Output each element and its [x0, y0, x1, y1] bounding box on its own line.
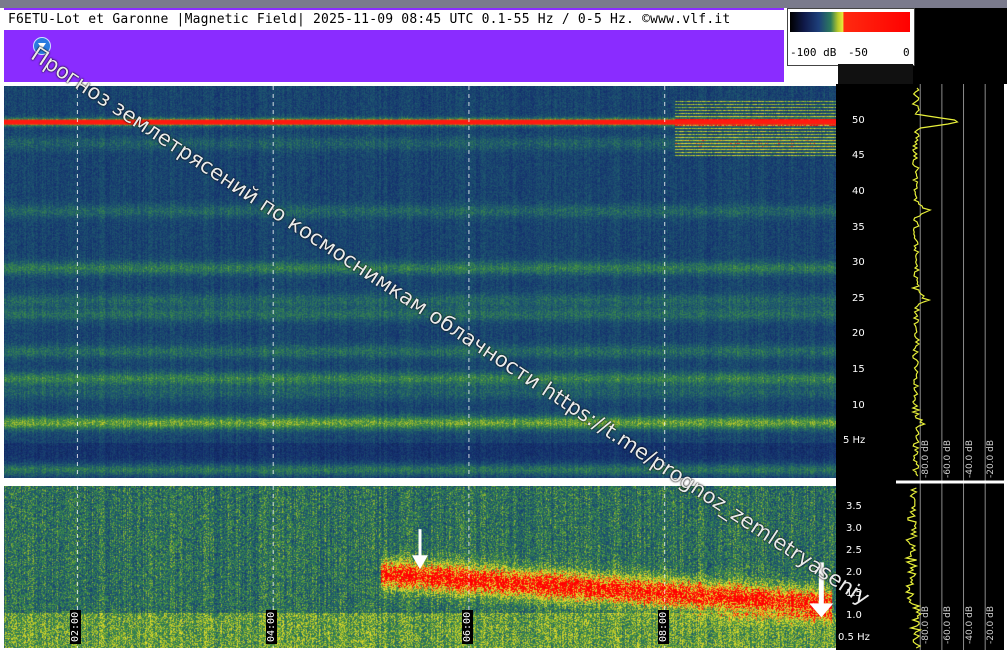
freq-tick-label-low: 2.0	[846, 566, 862, 578]
freq-tick-label-low: 1.5	[846, 588, 862, 600]
freq-tick-label-low: 3.0	[846, 522, 862, 534]
frequency-axis	[836, 84, 896, 650]
colorbar-label-min: -100 dB	[790, 46, 837, 59]
db-tick-label-low: -20.0 dB	[986, 605, 997, 644]
axis-header-strip	[838, 64, 913, 84]
db-tick-label: -80.0 dB	[921, 439, 932, 478]
freq-tick-label: 30	[852, 257, 865, 269]
freq-tick-label: 15	[852, 364, 865, 376]
corner-panel	[913, 8, 1007, 84]
time-tick-label: 02:00	[70, 609, 82, 644]
freq-tick-label: 50	[852, 114, 865, 126]
amplitude-profile	[896, 84, 1004, 650]
profile-trace-upper	[910, 87, 959, 477]
time-tick-label: 08:00	[657, 609, 669, 644]
time-grid-overlay	[76, 86, 834, 648]
time-tick-label: 04:00	[266, 609, 278, 644]
freq-tick-label-low: 1.0	[846, 610, 862, 622]
db-tick-label: -60.0 dB	[942, 439, 953, 478]
colorbar-gradient	[790, 12, 910, 32]
freq-tick-label: 20	[852, 328, 865, 340]
freq-tick-label: 35	[852, 221, 865, 233]
freq-tick-label: 40	[852, 185, 865, 197]
db-tick-label-low: -60.0 dB	[942, 605, 953, 644]
freq-tick-label: 25	[852, 292, 865, 304]
freq-tick-label: 10	[852, 399, 865, 411]
db-tick-label-low: -40.0 dB	[964, 605, 975, 644]
colorbar-label-max: 0	[903, 46, 910, 59]
db-tick-label: -20.0 dB	[986, 439, 997, 478]
colorbar-label-mid: -50	[848, 46, 868, 59]
freq-tick-label-low: 2.5	[846, 544, 862, 556]
db-tick-label: -40.0 dB	[964, 439, 975, 478]
freq-tick-label-low: 0.5 Hz	[838, 632, 870, 644]
annotation-arrow	[412, 529, 428, 570]
chart-title: F6ETU-Lot et Garonne |Magnetic Field| 20…	[8, 12, 731, 27]
time-tick-label: 06:00	[461, 609, 473, 644]
freq-tick-label: 5 Hz	[843, 435, 866, 447]
window-top-bar	[0, 0, 1007, 8]
freq-tick-label: 45	[852, 150, 865, 162]
db-tick-label-low: -80.0 dB	[921, 605, 932, 644]
freq-tick-label-low: 3.5	[846, 500, 862, 512]
profile-trace-lower	[904, 487, 923, 649]
